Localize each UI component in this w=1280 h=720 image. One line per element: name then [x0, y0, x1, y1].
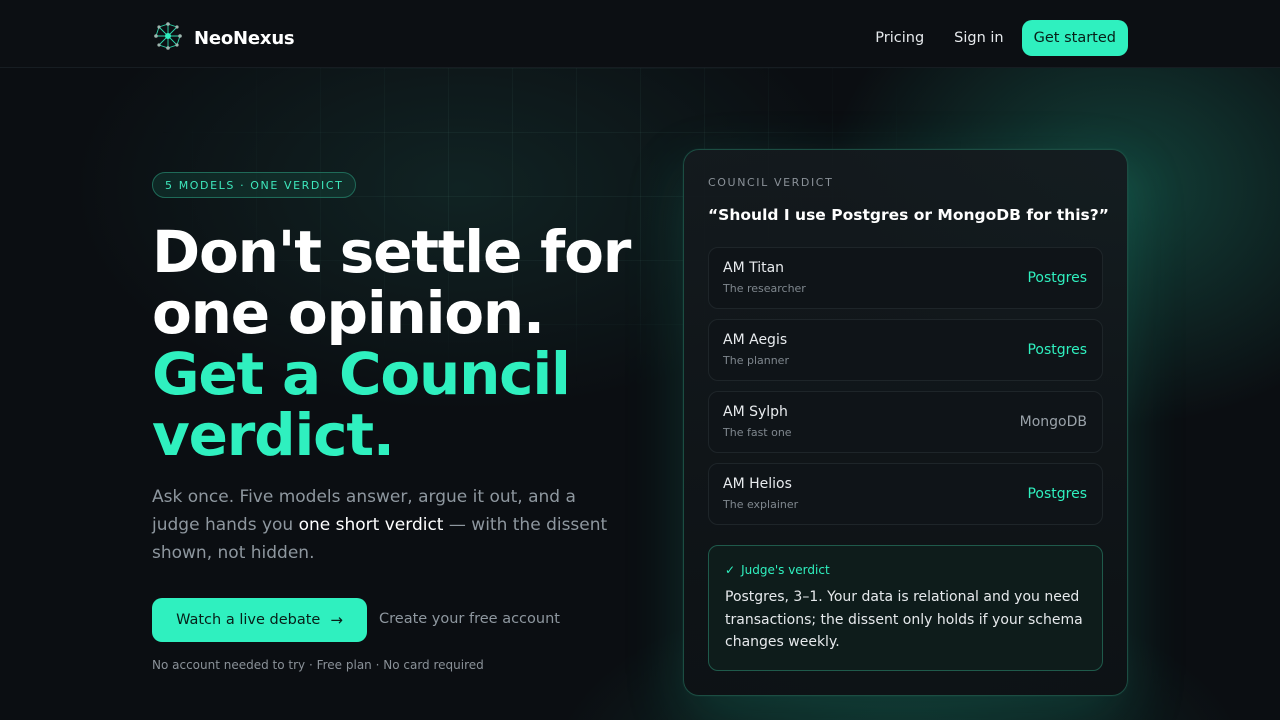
headline-accent-1: Get a Council: [152, 340, 571, 408]
model-row: AM Sylph The fast one MongoDB: [708, 391, 1103, 453]
model-vote: Postgres: [1027, 486, 1087, 502]
judge-label: ✓ Judge's verdict: [725, 563, 830, 577]
neural-network-icon: [154, 22, 182, 50]
nav-link-pricing[interactable]: Pricing: [875, 30, 924, 46]
model-role: The researcher: [723, 282, 806, 295]
hero-subcopy: Ask once. Five models answer, argue it o…: [152, 483, 622, 567]
top-nav: NeoNexus Pricing Sign in Get started: [0, 0, 1280, 68]
card-eyebrow: COUNCIL VERDICT: [708, 176, 834, 189]
judge-label-text: Judge's verdict: [741, 563, 830, 577]
model-row: AM Titan The researcher Postgres: [708, 247, 1103, 309]
headline-line-1: Don't settle for: [152, 218, 631, 286]
model-role: The fast one: [723, 426, 792, 439]
arrow-right-icon: →: [330, 611, 343, 629]
create-account-link[interactable]: Create your free account: [379, 611, 560, 627]
headline-line-2: one opinion.: [152, 279, 545, 347]
model-vote: MongoDB: [1019, 414, 1087, 430]
models-badge: 5 MODELS · ONE VERDICT: [152, 172, 357, 198]
model-role: The explainer: [723, 498, 799, 511]
model-list: AM Titan The researcher Postgres AM Aegi…: [708, 247, 1103, 535]
model-name: AM Aegis: [723, 332, 788, 348]
check-icon: ✓: [725, 563, 736, 577]
model-vote: Postgres: [1027, 270, 1087, 286]
model-row: AM Aegis The planner Postgres: [708, 319, 1103, 381]
subcopy-highlight: one short verdict: [298, 515, 444, 535]
judge-verdict-box: ✓ Judge's verdict Postgres, 3–1. Your da…: [708, 545, 1103, 671]
headline-accent-2: verdict.: [152, 401, 395, 469]
card-question: “Should I use Postgres or MongoDB for th…: [708, 206, 1109, 224]
hero-headline: Don't settle for one opinion. Get a Coun…: [152, 222, 672, 466]
watch-button-label: Watch a live debate: [176, 612, 321, 628]
get-started-button[interactable]: Get started: [1021, 20, 1128, 56]
model-vote: Postgres: [1027, 342, 1087, 358]
council-verdict-card: COUNCIL VERDICT “Should I use Postgres o…: [683, 149, 1128, 696]
model-name: AM Helios: [723, 476, 792, 492]
brand-name: NeoNexus: [194, 27, 295, 49]
nav-links: Pricing Sign in Get started: [875, 20, 1128, 56]
nav-link-sign-in[interactable]: Sign in: [954, 30, 1003, 46]
model-name: AM Titan: [723, 260, 785, 276]
model-name: AM Sylph: [723, 404, 788, 420]
brand[interactable]: NeoNexus: [152, 22, 295, 52]
model-row: AM Helios The explainer Postgres: [708, 463, 1103, 525]
judge-verdict-text: Postgres, 3–1. Your data is relational a…: [725, 589, 1083, 650]
model-role: The planner: [723, 354, 789, 367]
fineprint: No account needed to try · Free plan · N…: [152, 658, 484, 672]
watch-live-debate-button[interactable]: Watch a live debate →: [152, 598, 367, 642]
